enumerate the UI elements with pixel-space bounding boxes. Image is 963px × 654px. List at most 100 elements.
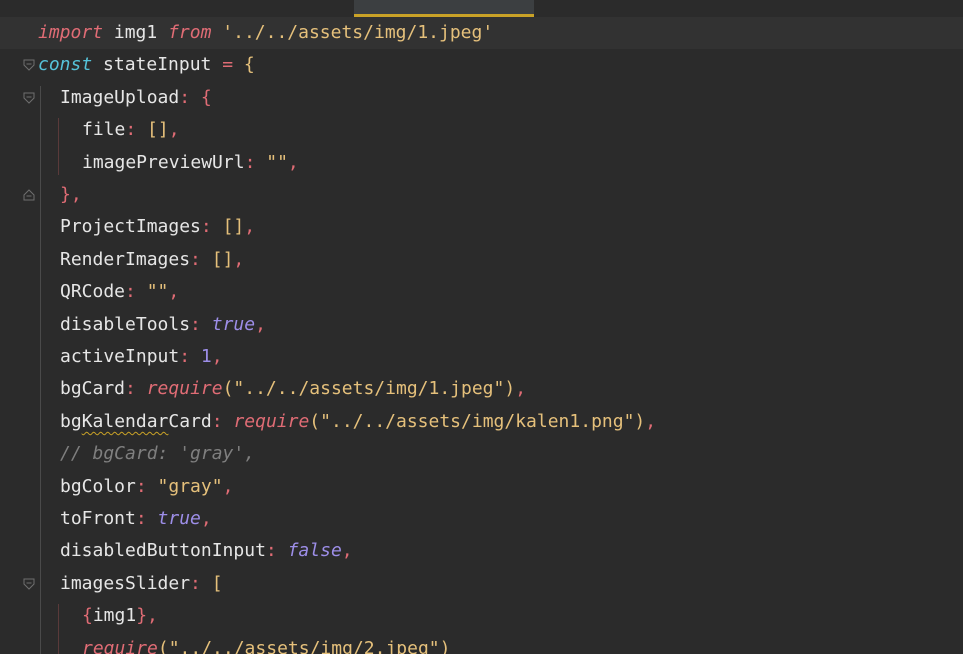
code-token: imagesSlider [60, 572, 191, 594]
code-token: : [244, 151, 256, 173]
code-text: import img1 from '../../assets/img/1.jpe… [38, 17, 493, 49]
code-token: img1 [103, 22, 169, 43]
code-token: bgColor [60, 475, 136, 497]
code-token: [ [200, 572, 223, 594]
code-line[interactable]: import img1 from '../../assets/img/1.jpe… [0, 17, 963, 50]
code-token: : [179, 86, 191, 108]
code-token: , [244, 216, 256, 238]
code-token: : [125, 281, 136, 303]
code-line[interactable]: const stateInput = { [0, 49, 963, 81]
code-text: disableTools: true, [60, 309, 266, 341]
code-token: QRCode [60, 281, 126, 303]
code-token: , [147, 605, 158, 627]
code-token: : [125, 378, 136, 400]
code-line[interactable]: file: [], [0, 114, 963, 146]
code-token: file [82, 119, 126, 141]
code-token: { [233, 54, 255, 76]
code-token: = [222, 54, 234, 76]
code-text: const stateInput = { [38, 49, 255, 81]
code-token: : [190, 248, 201, 270]
code-token: const [38, 54, 93, 76]
code-token: , [70, 184, 82, 205]
code-token: import [38, 22, 104, 43]
code-line[interactable]: RenderImages: [], [0, 244, 963, 276]
code-editor[interactable]: import img1 from '../../assets/img/1.jpe… [0, 17, 963, 654]
code-token: : [135, 508, 147, 529]
code-token: ( [222, 378, 234, 400]
code-token: [] [136, 119, 169, 141]
code-token: [] [200, 248, 234, 270]
code-token: '../../assets/img/1.jpeg' [222, 22, 494, 43]
code-text: disabledButtonInput: false, [60, 535, 353, 567]
code-token: require [233, 410, 310, 432]
code-token: stateInput [92, 54, 223, 76]
code-token: ( [157, 637, 169, 654]
code-token: imagePreviewUrl [82, 151, 245, 173]
code-token: "gray" [146, 475, 223, 497]
fold-expanded-icon[interactable] [23, 578, 35, 590]
code-token: false [287, 540, 342, 562]
code-line[interactable]: toFront: true, [0, 503, 963, 535]
code-token: , [515, 378, 527, 400]
code-text: bgKalendarCard: require("../../assets/im… [60, 406, 656, 438]
code-token: ) [504, 378, 516, 400]
indent-guide [40, 85, 41, 654]
code-line[interactable]: ImageUpload: { [0, 82, 963, 114]
code-token: // bgCard: 'gray', [60, 443, 256, 465]
code-line[interactable]: activeInput: 1, [0, 341, 963, 373]
code-line[interactable]: // bgCard: 'gray', [0, 438, 963, 470]
code-token: 1 [200, 346, 212, 367]
code-token: RenderImages [60, 248, 191, 270]
code-token: require [146, 378, 223, 400]
fold-expanded-icon[interactable] [23, 59, 35, 72]
code-line[interactable]: QRCode: "", [0, 276, 963, 308]
code-line[interactable]: bgKalendarCard: require("../../assets/im… [0, 406, 963, 438]
code-line[interactable]: bgColor: "gray", [0, 471, 963, 503]
code-token: , [200, 508, 212, 529]
code-line[interactable]: disableTools: true, [0, 309, 963, 341]
code-text: bgColor: "gray", [60, 471, 233, 503]
code-line[interactable]: require("../../assets/img/2.jpeg") [0, 633, 963, 654]
code-token: ProjectImages [60, 216, 201, 238]
fold-end-icon[interactable] [23, 189, 35, 201]
code-token: , [222, 475, 234, 497]
code-line[interactable]: }, [0, 179, 963, 211]
code-text: activeInput: 1, [60, 341, 223, 373]
code-token: : [211, 410, 223, 432]
code-token: bgCard [60, 378, 126, 400]
code-token: , [233, 248, 245, 270]
code-line[interactable]: imagePreviewUrl: "", [0, 147, 963, 179]
code-text: QRCode: "", [60, 276, 179, 308]
active-editor-tab[interactable] [354, 0, 534, 17]
code-text: imagesSlider: [ [60, 568, 223, 600]
code-text: // bgCard: 'gray', [60, 438, 255, 470]
code-text: bgCard: require("../../assets/img/1.jpeg… [60, 373, 526, 405]
code-token: : [265, 540, 277, 562]
code-token: "../../assets/img/1.jpeg" [233, 378, 505, 400]
code-token: { [82, 605, 93, 627]
code-line[interactable]: bgCard: require("../../assets/img/1.jpeg… [0, 373, 963, 405]
code-token: [] [211, 216, 245, 238]
code-token: bg [60, 410, 82, 432]
code-token: : [190, 572, 201, 594]
code-token: disableTools [60, 313, 191, 335]
code-token: true [157, 508, 201, 529]
code-token: toFront [60, 508, 136, 529]
code-line[interactable]: {img1}, [0, 600, 963, 632]
code-line[interactable]: disabledButtonInput: false, [0, 535, 963, 567]
code-token: , [168, 119, 180, 141]
fold-expanded-icon[interactable] [23, 92, 35, 104]
code-token: ( [309, 410, 321, 432]
code-text: ProjectImages: [], [60, 211, 255, 243]
code-token: : [125, 119, 137, 141]
code-token: disabledButtonInput [60, 540, 266, 562]
code-token: } [60, 184, 71, 205]
code-line[interactable]: ProjectImages: [], [0, 211, 963, 243]
code-line[interactable]: imagesSlider: [ [0, 568, 963, 600]
code-token: : [190, 313, 201, 335]
